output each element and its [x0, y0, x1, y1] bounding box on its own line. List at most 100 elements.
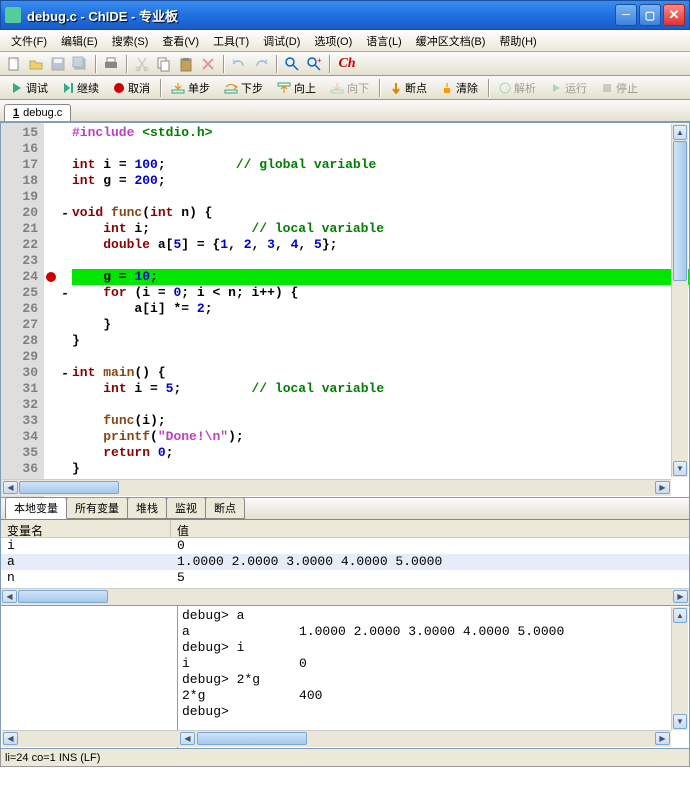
variable-row[interactable]: a1.0000 2.0000 3.0000 4.0000 5.0000: [1, 554, 689, 570]
breakpoint-marker[interactable]: [44, 189, 58, 205]
fold-toggle[interactable]: -: [58, 205, 72, 221]
horizontal-scrollbar[interactable]: ◀ ▶: [1, 588, 689, 605]
breakpoint-marker[interactable]: [44, 141, 58, 157]
code-line[interactable]: int i = 5; // local variable: [72, 381, 689, 397]
scroll-right-arrow[interactable]: ▶: [655, 732, 670, 745]
menu-item[interactable]: 查看(V): [155, 31, 206, 51]
ch-icon[interactable]: Ch: [335, 54, 359, 74]
menu-item[interactable]: 选项(O): [307, 31, 359, 51]
scroll-thumb[interactable]: [197, 732, 307, 745]
menu-item[interactable]: 缓冲区文档(B): [409, 31, 493, 51]
clear-button[interactable]: 清除: [434, 78, 485, 98]
find-icon[interactable]: [282, 54, 302, 74]
breakpoint-marker[interactable]: [44, 349, 58, 365]
fold-column[interactable]: - - -: [58, 123, 72, 497]
close-button[interactable]: ✕: [663, 4, 685, 26]
code-line[interactable]: }: [72, 461, 689, 477]
save-icon[interactable]: [48, 54, 68, 74]
scroll-left-arrow[interactable]: ◀: [2, 590, 17, 603]
scroll-left-arrow[interactable]: ◀: [3, 481, 18, 494]
redo-icon[interactable]: [251, 54, 271, 74]
horizontal-scrollbar[interactable]: ◀ ◀ ▶: [2, 730, 671, 747]
run-button[interactable]: 运行: [543, 78, 594, 98]
save-all-icon[interactable]: [70, 54, 90, 74]
code-line[interactable]: }: [72, 317, 689, 333]
code-line[interactable]: double a[5] = {1, 2, 3, 4, 5};: [72, 237, 689, 253]
stop-button[interactable]: 停止: [594, 78, 645, 98]
breakpoint-marker[interactable]: [44, 205, 58, 221]
scroll-right-arrow[interactable]: ▶: [673, 590, 688, 603]
breakpoint-marker[interactable]: [44, 461, 58, 477]
code-line[interactable]: [72, 253, 689, 269]
code-line[interactable]: int main() {: [72, 365, 689, 381]
code-line[interactable]: [72, 141, 689, 157]
code-line[interactable]: a[i] *= 2;: [72, 301, 689, 317]
breakpoint-marker[interactable]: [44, 157, 58, 173]
scroll-up-arrow[interactable]: ▲: [673, 608, 687, 623]
code-area[interactable]: #include <stdio.h>int i = 100; // global…: [72, 123, 689, 497]
fold-toggle[interactable]: -: [58, 365, 72, 381]
maximize-button[interactable]: ▢: [639, 4, 661, 26]
step-over-button[interactable]: 下步: [217, 78, 270, 98]
debug-button[interactable]: 调试: [4, 78, 55, 98]
breakpoint-marker[interactable]: [44, 413, 58, 429]
code-line[interactable]: [72, 349, 689, 365]
replace-icon[interactable]: +: [304, 54, 324, 74]
breakpoint-marker[interactable]: [44, 429, 58, 445]
variable-tab[interactable]: 所有变量: [66, 497, 128, 519]
step-up-button[interactable]: 向上: [270, 78, 323, 98]
breakpoint-marker[interactable]: [44, 301, 58, 317]
breakpoint-marker[interactable]: [44, 173, 58, 189]
variable-tab[interactable]: 监视: [166, 497, 206, 519]
code-line[interactable]: int g = 200;: [72, 173, 689, 189]
code-line[interactable]: [72, 189, 689, 205]
breakpoint-marker[interactable]: [44, 285, 58, 301]
undo-icon[interactable]: [229, 54, 249, 74]
menu-item[interactable]: 工具(T): [206, 31, 256, 51]
variable-row[interactable]: n5: [1, 570, 689, 586]
breakpoint-marker[interactable]: [44, 333, 58, 349]
vertical-scrollbar[interactable]: ▲ ▼: [671, 607, 688, 730]
breakpoint-marker[interactable]: [44, 445, 58, 461]
horizontal-scrollbar[interactable]: ◀ ▶: [2, 479, 671, 496]
variable-tab[interactable]: 本地变量: [5, 497, 67, 519]
step-down-button[interactable]: 向下: [323, 78, 376, 98]
scroll-right-arrow[interactable]: ▶: [655, 481, 670, 494]
menu-item[interactable]: 语言(L): [359, 31, 408, 51]
breakpoint-marker[interactable]: [44, 381, 58, 397]
copy-icon[interactable]: [154, 54, 174, 74]
delete-icon[interactable]: [198, 54, 218, 74]
vertical-scrollbar[interactable]: ▲ ▼: [671, 124, 688, 477]
breakpoint-marker[interactable]: [44, 221, 58, 237]
code-line[interactable]: g = 10;: [72, 269, 689, 285]
minimize-button[interactable]: ─: [615, 4, 637, 26]
scroll-down-arrow[interactable]: ▼: [673, 461, 687, 476]
code-line[interactable]: for (i = 0; i < n; i++) {: [72, 285, 689, 301]
new-icon[interactable]: [4, 54, 24, 74]
variable-tab[interactable]: 断点: [205, 497, 245, 519]
menu-item[interactable]: 搜索(S): [105, 31, 156, 51]
variable-tab[interactable]: 堆栈: [127, 497, 167, 519]
parse-button[interactable]: 解析: [492, 78, 543, 98]
fold-toggle[interactable]: -: [58, 285, 72, 301]
cancel-button[interactable]: 取消: [106, 78, 157, 98]
step-into-button[interactable]: 单步: [164, 78, 217, 98]
console-output[interactable]: debug> aa 1.0000 2.0000 3.0000 4.0000 5.…: [178, 606, 689, 748]
code-line[interactable]: void func(int n) {: [72, 205, 689, 221]
print-icon[interactable]: [101, 54, 121, 74]
scroll-up-arrow[interactable]: ▲: [673, 125, 687, 140]
menu-item[interactable]: 文件(F): [4, 31, 54, 51]
scroll-left-arrow[interactable]: ◀: [3, 732, 18, 745]
breakpoint-column[interactable]: [44, 123, 58, 497]
breakpoint-marker[interactable]: [44, 125, 58, 141]
code-line[interactable]: int i; // local variable: [72, 221, 689, 237]
breakpoint-marker[interactable]: [44, 397, 58, 413]
code-line[interactable]: return 0;: [72, 445, 689, 461]
code-line[interactable]: [72, 397, 689, 413]
open-icon[interactable]: [26, 54, 46, 74]
menu-item[interactable]: 调试(D): [256, 31, 307, 51]
breakpoint-marker[interactable]: [44, 317, 58, 333]
paste-icon[interactable]: [176, 54, 196, 74]
breakpoint-marker[interactable]: [44, 237, 58, 253]
scroll-thumb[interactable]: [673, 141, 687, 281]
